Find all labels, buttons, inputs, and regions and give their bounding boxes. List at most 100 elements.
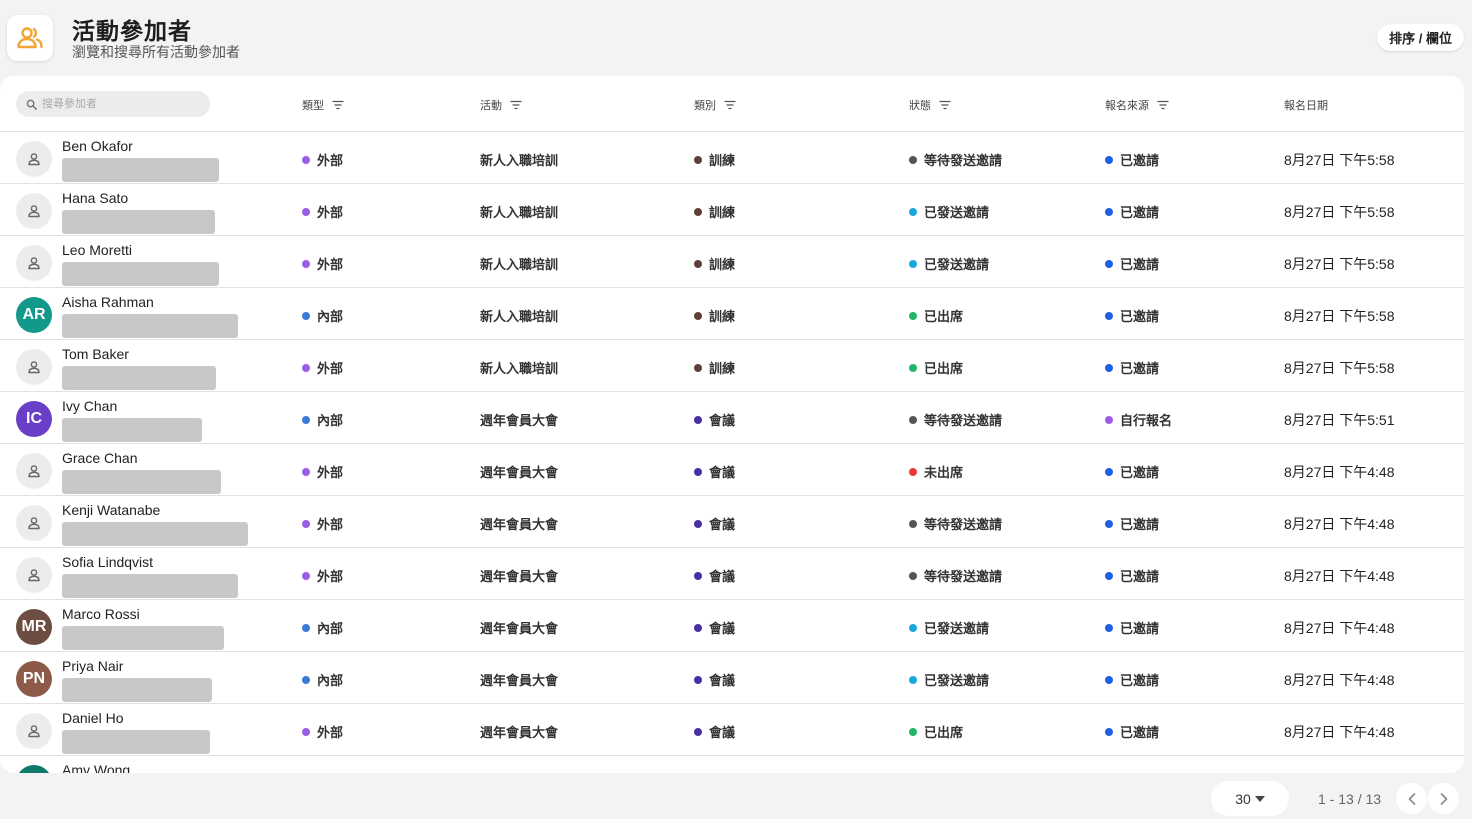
event-cell-text: 新人入職培訓 — [480, 361, 559, 376]
email-redacted — [62, 626, 224, 650]
status-dot — [909, 207, 917, 216]
status-cell: 已出席 — [909, 358, 963, 377]
status-cell-text: 等待發送邀請 — [924, 569, 1003, 584]
source-cell-text: 已邀請 — [1120, 205, 1160, 220]
attendee-name: Daniel Ho — [62, 710, 124, 726]
table-row[interactable]: MR Marco Rossi 內部 週年會員大會 會議 已發送邀請 已邀請 8月27日 下午4… — [0, 600, 1464, 652]
chevron-right-icon — [1440, 792, 1448, 805]
header-status[interactable]: 狀態 — [909, 97, 951, 113]
table-row[interactable]: AR Aisha Rahman 內部 新人入職培訓 訓練 已出席 已邀請 8月27日 下午5:… — [0, 288, 1464, 340]
event-cell: 週年會員大會 — [480, 618, 558, 637]
source-cell: 已邀請 — [1105, 254, 1159, 273]
table-row[interactable]: Hana Sato 外部 新人入職培訓 訓練 已發送邀請 已邀請 8月27日 下午5:58 — [0, 184, 1464, 236]
status-dot — [909, 311, 917, 320]
attendee-name: Aisha Rahman — [62, 294, 154, 310]
status-dot — [302, 415, 310, 424]
table-row[interactable]: Daniel Ho 外部 週年會員大會 會議 已出席 已邀請 8月27日 下午4:48 — [0, 704, 1464, 756]
status-dot — [694, 571, 702, 580]
category-cell-text: 訓練 — [709, 205, 736, 220]
avatar-initials: PN — [22, 670, 46, 687]
header-category[interactable]: 類別 — [694, 97, 736, 113]
avatar — [16, 141, 52, 177]
pagination-range: 1 - 13 / 13 — [1318, 791, 1382, 807]
attendee-name: Grace Chan — [62, 450, 138, 466]
type-cell: 外部 — [302, 254, 343, 273]
status-dot — [694, 155, 702, 164]
type-cell: 內部 — [302, 618, 343, 637]
table-row[interactable]: AW Amy Wong — [0, 756, 1464, 773]
date-cell-text: 8月27日 下午5:58 — [1284, 204, 1395, 220]
date-cell: 8月27日 下午5:51 — [1284, 410, 1395, 430]
status-cell: 等待發送邀請 — [909, 514, 1002, 533]
search-box[interactable] — [16, 91, 210, 117]
source-cell: 自行報名 — [1105, 410, 1172, 429]
date-cell-text: 8月27日 下午5:51 — [1284, 412, 1395, 428]
status-dot — [302, 207, 310, 216]
table-header: 類型 活動 類別 狀態 報名來源 報名日期 — [0, 76, 1464, 132]
prev-page-button[interactable] — [1396, 783, 1427, 814]
event-cell-text: 週年會員大會 — [480, 413, 559, 428]
category-cell-text: 會議 — [709, 517, 736, 532]
table-row[interactable]: Grace Chan 外部 週年會員大會 會議 未出席 已邀請 8月27日 下午4:48 — [0, 444, 1464, 496]
status-dot — [909, 675, 917, 684]
page-subtitle: 瀏覽和搜尋所有活動參加者 — [72, 44, 240, 60]
date-cell-text: 8月27日 下午5:58 — [1284, 256, 1395, 272]
event-cell-text: 週年會員大會 — [480, 725, 559, 740]
table-row[interactable]: IC Ivy Chan 內部 週年會員大會 會議 等待發送邀請 自行報名 8月27日 下午5:… — [0, 392, 1464, 444]
person-icon — [28, 257, 40, 270]
table-row[interactable]: Leo Moretti 外部 新人入職培訓 訓練 已發送邀請 已邀請 8月27日 下午5:5… — [0, 236, 1464, 288]
event-cell: 新人入職培訓 — [480, 254, 558, 273]
table-row[interactable]: PN Priya Nair 內部 週年會員大會 會議 已發送邀請 已邀請 8月27日 下午4:… — [0, 652, 1464, 704]
header-source[interactable]: 報名來源 — [1105, 97, 1169, 113]
source-cell: 已邀請 — [1105, 150, 1159, 169]
sort-columns-button[interactable]: 排序 / 欄位 — [1377, 24, 1464, 51]
table-row[interactable]: Ben Okafor 外部 新人入職培訓 訓練 等待發送邀請 已邀請 8月27日 下午5:5… — [0, 132, 1464, 184]
event-cell-text: 週年會員大會 — [480, 517, 559, 532]
status-dot — [1105, 415, 1113, 424]
status-dot — [694, 727, 702, 736]
status-dot — [1105, 467, 1113, 476]
status-dot — [1105, 155, 1113, 164]
event-cell-text: 新人入職培訓 — [480, 153, 559, 168]
status-dot — [694, 363, 702, 372]
search-input[interactable] — [42, 98, 192, 110]
header-event[interactable]: 活動 — [480, 97, 522, 113]
filter-icon[interactable] — [1157, 100, 1169, 110]
source-cell-text: 自行報名 — [1120, 413, 1173, 428]
table-row[interactable]: Sofia Lindqvist 外部 週年會員大會 會議 等待發送邀請 已邀請 8月27日 … — [0, 548, 1464, 600]
email-redacted — [62, 522, 248, 546]
event-cell: 週年會員大會 — [480, 462, 558, 481]
email-redacted — [62, 314, 238, 338]
type-cell-text: 外部 — [317, 465, 344, 480]
category-cell: 訓練 — [694, 150, 735, 169]
person-icon — [28, 153, 40, 166]
filter-icon[interactable] — [939, 100, 951, 110]
status-cell-text: 等待發送邀請 — [924, 413, 1003, 428]
header-type[interactable]: 類型 — [302, 97, 344, 113]
table-row[interactable]: Tom Baker 外部 新人入職培訓 訓練 已出席 已邀請 8月27日 下午5:58 — [0, 340, 1464, 392]
type-cell-text: 外部 — [317, 725, 344, 740]
filter-icon[interactable] — [510, 100, 522, 110]
person-icon — [28, 361, 40, 374]
header-source-label: 報名來源 — [1105, 100, 1149, 112]
email-redacted — [62, 418, 202, 442]
date-cell: 8月27日 下午5:58 — [1284, 202, 1395, 222]
status-dot — [909, 571, 917, 580]
status-cell: 已發送邀請 — [909, 670, 989, 689]
header-date[interactable]: 報名日期 — [1284, 97, 1328, 113]
status-cell-text: 未出席 — [924, 465, 964, 480]
attendee-name: Amy Wong — [62, 762, 131, 773]
status-dot — [909, 467, 917, 476]
status-dot — [302, 727, 310, 736]
event-cell: 週年會員大會 — [480, 670, 558, 689]
status-cell: 已發送邀請 — [909, 202, 989, 221]
attendee-name: Tom Baker — [62, 346, 129, 362]
next-page-button[interactable] — [1428, 783, 1459, 814]
event-cell: 新人入職培訓 — [480, 150, 558, 169]
table-row[interactable]: Kenji Watanabe 外部 週年會員大會 會議 等待發送邀請 已邀請 8月27日 下… — [0, 496, 1464, 548]
page-size-select[interactable]: 30 — [1211, 781, 1289, 816]
category-cell: 會議 — [694, 462, 735, 481]
filter-icon[interactable] — [332, 100, 344, 110]
category-cell-text: 會議 — [709, 465, 736, 480]
filter-icon[interactable] — [724, 100, 736, 110]
